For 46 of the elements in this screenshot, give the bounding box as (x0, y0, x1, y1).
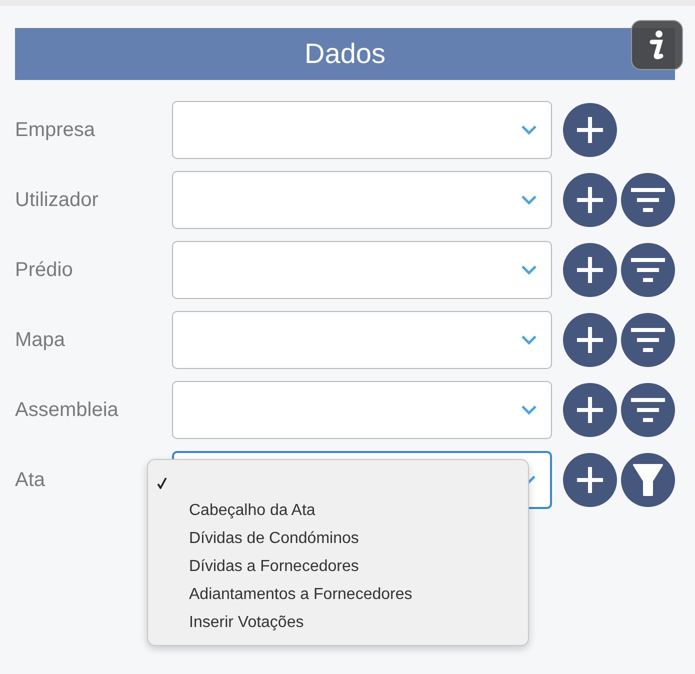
add-button[interactable] (563, 243, 617, 297)
chevron-down-icon (521, 125, 537, 135)
add-button[interactable] (563, 453, 617, 507)
filter-button[interactable] (621, 243, 675, 297)
plus-icon (575, 325, 605, 355)
plus-icon (575, 465, 605, 495)
select-field[interactable] (172, 171, 552, 229)
info-button[interactable] (631, 20, 683, 70)
filter-button[interactable] (621, 313, 675, 367)
filter-button[interactable] (621, 383, 675, 437)
chevron-down-icon (521, 335, 537, 345)
filter-icon (631, 327, 665, 353)
chevron-down-icon (521, 265, 537, 275)
select-field[interactable] (172, 101, 552, 159)
filter-button[interactable] (621, 173, 675, 227)
chevron-down-icon (527, 475, 536, 485)
filter-button[interactable] (621, 453, 675, 507)
filter-icon (631, 397, 665, 423)
add-button[interactable] (563, 173, 617, 227)
plus-icon (575, 255, 605, 285)
select-field[interactable] (172, 311, 552, 369)
add-button[interactable] (563, 313, 617, 367)
select-field[interactable] (172, 241, 552, 299)
filter-icon (631, 257, 665, 283)
field-label: Mapa (15, 328, 66, 352)
field-label: Assembleia (15, 398, 120, 422)
field-label: Prédio (15, 258, 74, 282)
section-header: Dados (15, 28, 675, 80)
field-label: Ata (15, 468, 46, 492)
dropdown-option[interactable]: Dívidas de Condóminos (148, 525, 528, 553)
filter-icon (631, 187, 665, 213)
chevron-down-icon (521, 405, 537, 415)
dropdown-option[interactable]: Dívidas a Fornecedores (148, 553, 528, 581)
plus-icon (575, 395, 605, 425)
chevron-down-icon (521, 195, 537, 205)
funnel-icon (632, 463, 664, 497)
select-field[interactable] (172, 381, 552, 439)
dropdown-option[interactable]: Inserir Votações (148, 609, 528, 637)
add-button[interactable] (563, 103, 617, 157)
dropdown-option[interactable]: Adiantamentos a Fornecedores (148, 581, 528, 609)
field-label: Empresa (15, 118, 96, 142)
plus-icon (575, 185, 605, 215)
dropdown-option[interactable]: Cabeçalho da Ata (148, 497, 528, 525)
field-label: Utilizador (15, 188, 100, 212)
plus-icon (575, 115, 605, 145)
add-button[interactable] (563, 383, 617, 437)
